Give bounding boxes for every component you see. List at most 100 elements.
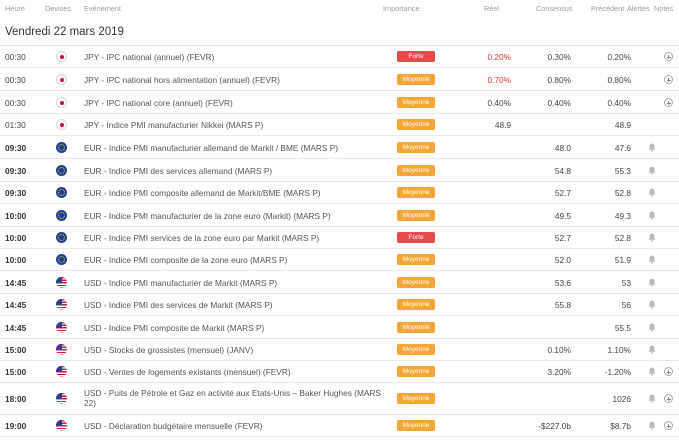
event-title[interactable]: JPY - IPC national hors alimentation (an… (84, 75, 280, 85)
previous-value: 0.20% (607, 52, 631, 62)
event-row[interactable]: 19:00 USD - Déclaration budgétaire mensue… (0, 415, 679, 437)
alert-bell-icon[interactable] (648, 211, 656, 220)
previous-value: 1026 (612, 394, 631, 404)
event-title[interactable]: JPY - IPC national (annuel) (FEVR) (84, 52, 214, 62)
event-title[interactable]: USD - Stocks de grossistes (mensuel) (JA… (84, 345, 253, 355)
event-time: 18:00 (5, 394, 27, 404)
event-row[interactable]: 09:30 EUR - Indice PMI composite allemand… (0, 182, 679, 204)
event-title[interactable]: EUR - Indice PMI manufacturier de la zon… (84, 211, 331, 221)
event-time: 15:00 (5, 367, 27, 377)
event-title[interactable]: USD - Indice PMI des services de Markit … (84, 300, 273, 310)
column-event-header: Evènement (84, 4, 121, 13)
previous-value: 0.80% (607, 75, 631, 85)
add-note-icon[interactable] (664, 421, 673, 430)
event-title[interactable]: JPY - IPC national core (annuel) (FEVR) (84, 98, 233, 108)
alert-bell-icon[interactable] (648, 323, 656, 332)
flag-usa-icon (56, 277, 67, 288)
previous-value: 51.9 (614, 255, 631, 265)
importance-badge: Forte (397, 51, 435, 62)
column-time-header: Heure (5, 4, 25, 13)
event-row[interactable]: 09:30 EUR - Indice PMI des services allem… (0, 159, 679, 182)
consensus-value: 55.8 (554, 300, 571, 310)
importance-badge: Moyenne (397, 299, 435, 310)
event-row[interactable]: 15:00 USD - Stocks de grossistes (mensuel… (0, 339, 679, 361)
event-row[interactable]: 14:45 USD - Indice PMI manufacturier de M… (0, 271, 679, 294)
consensus-value: 49.5 (554, 211, 571, 221)
flag-japan-icon (56, 74, 67, 85)
event-time: 00:30 (5, 75, 26, 85)
event-title[interactable]: USD - Déclaration budgétaire mensuelle (… (84, 421, 262, 431)
event-time: 10:00 (5, 211, 27, 221)
event-row[interactable]: 00:30 JPY - IPC national core (annuel) (F… (0, 91, 679, 114)
add-note-icon[interactable] (664, 75, 673, 84)
event-title[interactable]: USD - Indice PMI composite de Markit (MA… (84, 323, 264, 333)
alert-bell-icon[interactable] (648, 166, 656, 175)
alert-bell-icon[interactable] (648, 421, 656, 430)
event-time: 09:30 (5, 166, 27, 176)
event-title[interactable]: EUR - Indice PMI des services allemand (… (84, 166, 272, 176)
importance-badge: Moyenne (397, 420, 435, 431)
event-time: 01:30 (5, 120, 26, 130)
alert-bell-icon[interactable] (648, 345, 656, 354)
event-title[interactable]: EUR - Indice PMI manufacturier allemand … (84, 143, 338, 153)
consensus-value: -$227.0b (538, 421, 571, 431)
event-time: 10:00 (5, 255, 27, 265)
column-currency-header: Devises (45, 4, 71, 13)
event-row[interactable]: 01:30 JPY - Indice PMI manufacturier Nikk… (0, 114, 679, 136)
alert-bell-icon[interactable] (648, 367, 656, 376)
add-note-icon[interactable] (664, 52, 673, 61)
column-actual-header: Réel (484, 4, 500, 13)
alert-bell-icon[interactable] (648, 300, 656, 309)
event-row[interactable]: 10:00 EUR - Indice PMI composite de la zo… (0, 249, 679, 271)
event-row[interactable]: 14:45 USD - Indice PMI composite de Marki… (0, 316, 679, 339)
add-note-icon[interactable] (664, 394, 673, 403)
importance-badge: Moyenne (397, 322, 435, 333)
event-row[interactable]: 14:45 USD - Indice PMI des services de Ma… (0, 294, 679, 316)
importance-badge: Moyenne (397, 277, 435, 288)
consensus-value: 52.7 (554, 233, 571, 243)
flag-japan-icon (56, 51, 67, 62)
add-note-icon[interactable] (664, 98, 673, 107)
flag-usa-icon (56, 420, 67, 431)
previous-value: 48.9 (614, 120, 631, 130)
event-title[interactable]: JPY - Indice PMI manufacturier Nikkei (M… (84, 120, 263, 130)
alert-bell-icon[interactable] (648, 278, 656, 287)
event-title[interactable]: USD - Indice PMI manufacturier de Markit… (84, 278, 277, 288)
event-row[interactable]: 15:00 USD - Ventes de logements existants… (0, 361, 679, 383)
event-row[interactable]: 00:30 JPY - IPC national hors alimentatio… (0, 68, 679, 91)
importance-badge: Moyenne (397, 165, 435, 176)
actual-value: 48.9 (494, 120, 511, 130)
event-row[interactable]: 10:00 EUR - Indice PMI services de la zon… (0, 227, 679, 249)
importance-badge: Moyenne (397, 393, 435, 404)
consensus-value: 0.10% (547, 345, 571, 355)
alert-bell-icon[interactable] (648, 188, 656, 197)
event-title[interactable]: EUR - Indice PMI composite allemand de M… (84, 188, 321, 198)
event-title[interactable]: EUR - Indice PMI composite de la zone eu… (84, 255, 287, 265)
event-time: 09:30 (5, 188, 27, 198)
event-title[interactable]: EUR - Indice PMI services de la zone eur… (84, 233, 319, 243)
event-title[interactable]: USD - Puits de Pétrole et Gaz en activit… (84, 388, 384, 408)
flag-euro-icon (56, 165, 67, 176)
event-row[interactable]: 18:00 USD - Puits de Pétrole et Gaz en ac… (0, 383, 679, 415)
alert-bell-icon[interactable] (648, 394, 656, 403)
consensus-value: 53.6 (554, 278, 571, 288)
flag-euro-icon (56, 210, 67, 221)
add-note-icon[interactable] (664, 367, 673, 376)
event-row[interactable]: 09:30 EUR - Indice PMI manufacturier alle… (0, 136, 679, 159)
flag-euro-icon (56, 232, 67, 243)
previous-value: 1.10% (607, 345, 631, 355)
column-notes-header: Notes (654, 4, 674, 13)
actual-value: 0.20% (487, 52, 511, 62)
date-heading: Vendredi 22 mars 2019 (5, 26, 124, 38)
alert-bell-icon[interactable] (648, 143, 656, 152)
consensus-value: 0.40% (547, 98, 571, 108)
event-title[interactable]: USD - Ventes de logements existants (men… (84, 367, 291, 377)
importance-badge: Moyenne (397, 142, 435, 153)
flag-euro-icon (56, 254, 67, 265)
event-row[interactable]: 10:00 EUR - Indice PMI manufacturier de l… (0, 204, 679, 227)
alert-bell-icon[interactable] (648, 233, 656, 242)
flag-euro-icon (56, 142, 67, 153)
importance-badge: Moyenne (397, 187, 435, 198)
event-row[interactable]: 00:30 JPY - IPC national (annuel) (FEVR) F… (0, 46, 679, 68)
alert-bell-icon[interactable] (648, 255, 656, 264)
